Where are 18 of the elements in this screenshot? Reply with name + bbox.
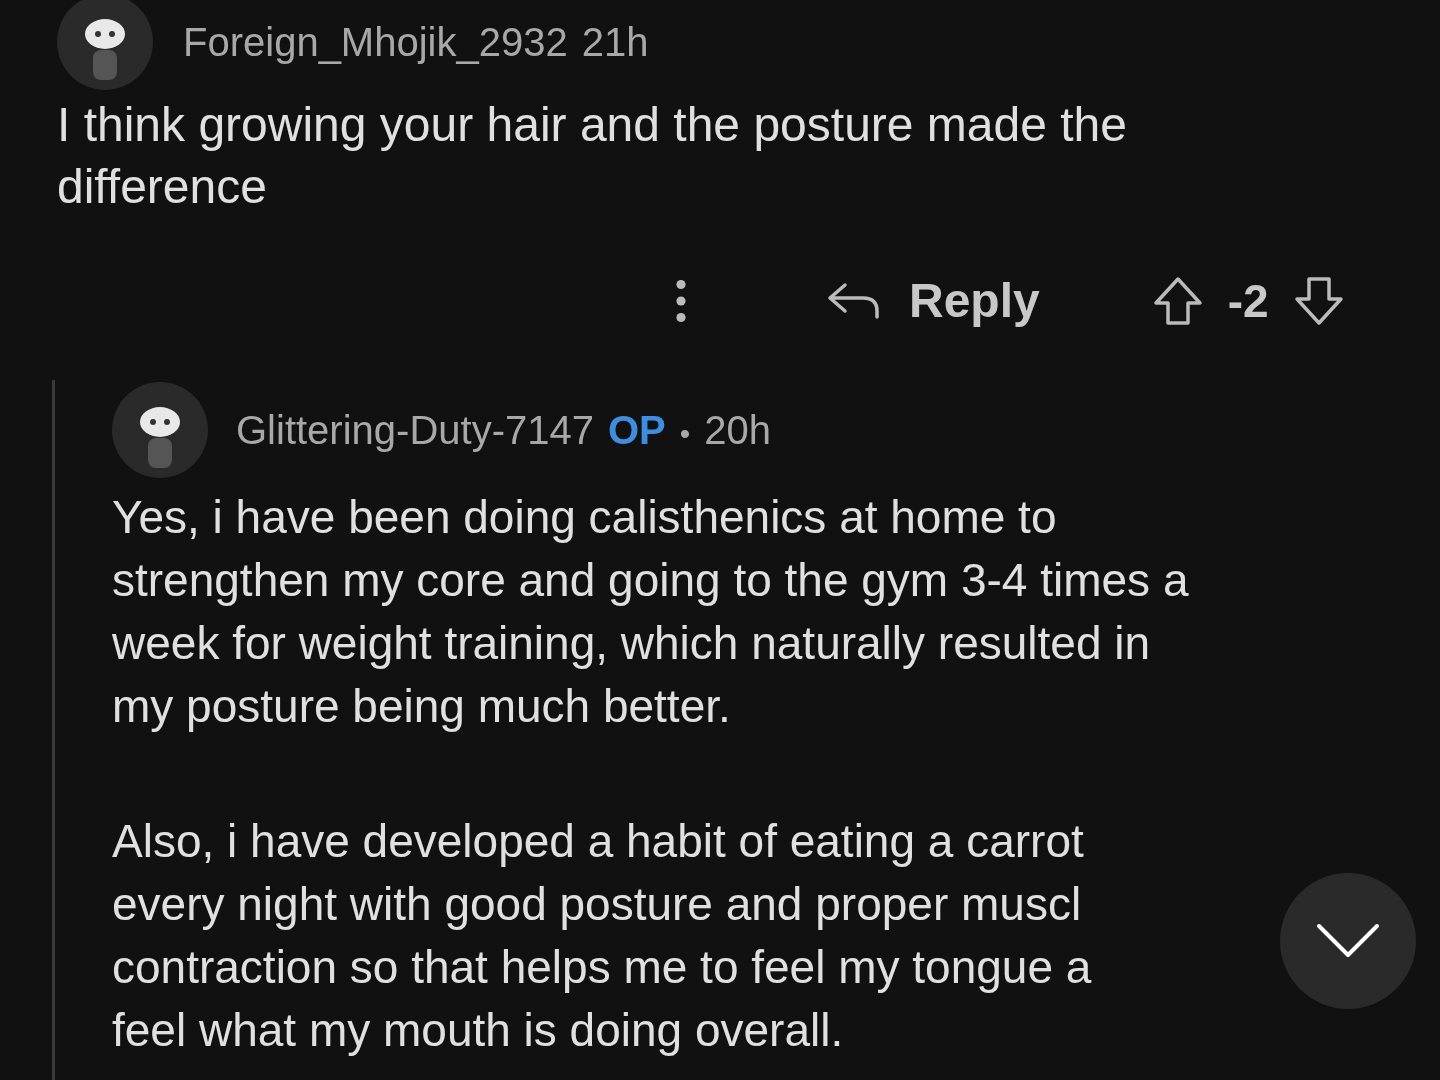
comment-text: Yes, i have been doing calisthenics at home to strengthen my core and going to the gym 3-4 times a week for weight training, which naturally resulted in my posture being much better. <box>112 490 1189 734</box>
reply-button[interactable]: Reply <box>827 265 1040 337</box>
username[interactable]: Glittering-Duty-7147 <box>236 400 594 460</box>
reply-arrow-icon <box>827 281 879 321</box>
username[interactable]: Foreign_Mhojik_2932 <box>183 12 568 72</box>
downvote-icon[interactable] <box>1292 275 1345 327</box>
chevron-down-icon <box>1316 923 1380 959</box>
separator-dot: • <box>679 416 691 452</box>
more-options-icon[interactable] <box>675 279 687 323</box>
avatar-icon[interactable] <box>112 382 208 478</box>
upvote-icon[interactable] <box>1151 275 1204 327</box>
comment-text: Also, i have developed a habit of eating a carrot every night with good posture and proper muscl contraction so that helps me to feel my tongue a feel what my mouth is doing overall. <box>112 814 1093 1058</box>
timestamp: 20h <box>704 407 771 454</box>
comment-text: I think growing your hair and the posture made the difference <box>57 97 1128 215</box>
op-label: OP <box>607 407 666 454</box>
vote-score: -2 <box>1227 273 1269 329</box>
timestamp: 21h <box>581 19 649 66</box>
avatar-icon[interactable] <box>57 0 153 90</box>
